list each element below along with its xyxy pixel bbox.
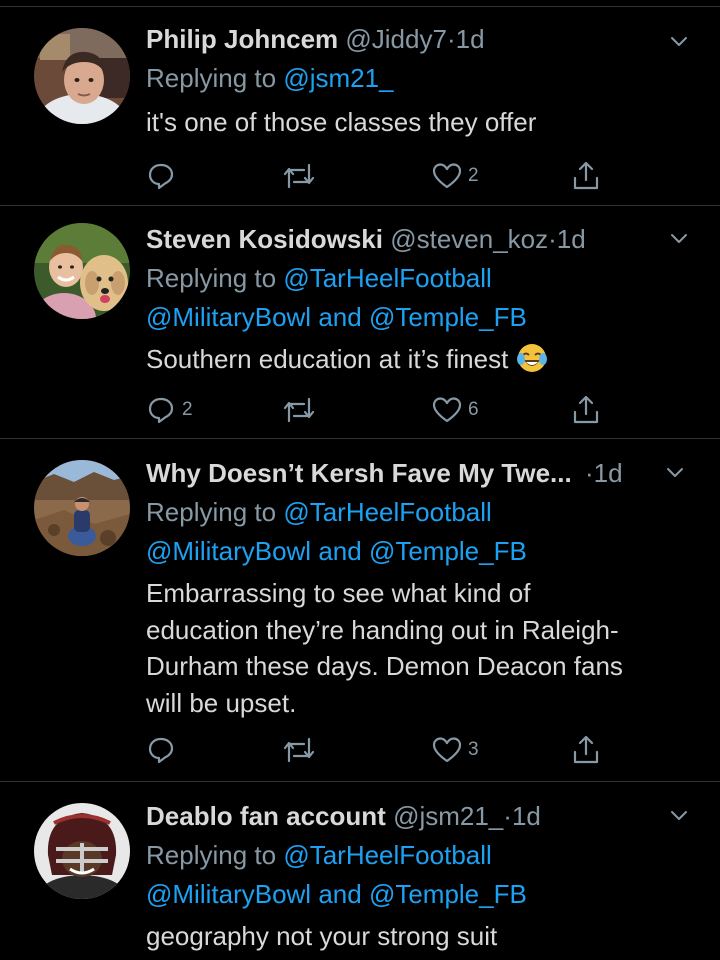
share-icon	[573, 395, 599, 424]
chevron-down-icon[interactable]	[668, 804, 690, 826]
heart-icon	[432, 737, 462, 763]
mention-link[interactable]: @jsm21_	[283, 63, 393, 93]
share-icon	[573, 735, 599, 764]
tweet-1[interactable]: Philip Johncem @Jiddy7·1d Replying to @j…	[0, 0, 720, 205]
mention-link[interactable]: @TarHeelFootball	[283, 497, 491, 527]
action-bar: 3	[146, 730, 606, 770]
handle[interactable]: @jsm21_	[393, 801, 503, 831]
mention-link[interactable]: @Temple_FB	[369, 536, 527, 566]
retweet-icon	[283, 397, 315, 423]
separator-dot: ·	[503, 801, 512, 831]
timestamp[interactable]: 1d	[456, 24, 485, 54]
timestamp[interactable]: 1d	[512, 801, 541, 831]
timeline: Philip Johncem @Jiddy7·1d Replying to @j…	[0, 0, 720, 960]
reply-icon	[148, 737, 174, 764]
display-name[interactable]: Steven Kosidowski	[146, 224, 383, 254]
avatar-young-man-icon	[34, 28, 130, 124]
replying-to-label: Replying to	[146, 840, 277, 870]
reply-icon	[148, 397, 174, 424]
mention-link[interactable]: @Temple_FB	[369, 302, 527, 332]
retweet-icon	[283, 737, 315, 763]
reply-button[interactable]	[146, 730, 182, 770]
avatar[interactable]	[34, 460, 130, 556]
mention-link[interactable]: @MilitaryBowl	[146, 302, 311, 332]
retweet-icon	[283, 163, 315, 189]
retweet-button[interactable]	[282, 156, 322, 196]
reply-count: 2	[182, 399, 193, 420]
mention-link[interactable]: @TarHeelFootball	[283, 263, 491, 293]
like-count: 2	[468, 165, 479, 186]
mention-link[interactable]: @TarHeelFootball	[283, 840, 491, 870]
display-name[interactable]: Deablo fan account	[146, 801, 386, 831]
display-name[interactable]: Why Doesn’t Kersh Fave My Twe...	[146, 458, 572, 488]
tweet-2[interactable]: Steven Kosidowski @steven_koz·1d Replyin…	[0, 205, 720, 438]
like-count: 6	[468, 399, 479, 420]
separator-dot: ·	[584, 458, 594, 488]
tweet-3[interactable]: Why Doesn’t Kersh Fave My Twe... ·1d Rep…	[0, 438, 720, 781]
chevron-down-icon[interactable]	[668, 30, 690, 52]
avatar-hiker-rocks-icon	[34, 460, 130, 556]
timestamp[interactable]: 1d	[594, 458, 623, 488]
display-name[interactable]: Philip Johncem	[146, 24, 338, 54]
and-label: and	[318, 879, 362, 909]
retweet-button[interactable]	[282, 390, 322, 430]
tweet-text-line: will be upset.	[146, 687, 297, 718]
like-button[interactable]: 3	[432, 730, 479, 770]
replying-to-label: Replying to	[146, 497, 277, 527]
separator-dot: ·	[548, 224, 557, 254]
replying-to-label: Replying to	[146, 263, 277, 293]
avatar-football-helmet-icon	[34, 803, 130, 899]
like-count: 3	[468, 739, 479, 760]
tweet-text: geography not your strong suit	[146, 921, 498, 951]
avatar[interactable]	[34, 28, 130, 124]
action-bar: 2	[146, 156, 606, 196]
separator-dot: ·	[446, 24, 456, 54]
laughing-tears-emoji	[516, 342, 548, 384]
share-button[interactable]	[571, 156, 601, 196]
timestamp[interactable]: 1d	[557, 224, 586, 254]
retweet-button[interactable]	[282, 730, 322, 770]
heart-icon	[432, 163, 462, 189]
like-button[interactable]: 2	[432, 156, 479, 196]
and-label: and	[318, 302, 362, 332]
tweet-text-line: education they’re handing out in Raleigh…	[146, 614, 619, 645]
share-icon	[573, 161, 599, 190]
handle[interactable]: @Jiddy7	[345, 24, 447, 54]
chevron-down-icon[interactable]	[668, 227, 690, 249]
tweet-text: it's one of those classes they offer	[146, 107, 537, 137]
replying-to-label: Replying to	[146, 63, 277, 93]
action-bar: 2 6	[146, 390, 606, 430]
tweet-text-line: Durham these days. Demon Deacon fans	[146, 651, 623, 681]
tweet-text: Southern education at it’s finest	[146, 344, 509, 374]
mention-link[interactable]: @MilitaryBowl	[146, 879, 311, 909]
tweet-text: Embarrassing to see what kind of educati…	[146, 575, 680, 721]
reply-icon	[148, 163, 174, 190]
tweet-text-line: Embarrassing to see what kind of	[146, 578, 531, 608]
avatar[interactable]	[34, 223, 130, 319]
like-button[interactable]: 6	[432, 390, 479, 430]
heart-icon	[432, 397, 462, 423]
mention-link[interactable]: @MilitaryBowl	[146, 536, 311, 566]
reply-button[interactable]: 2	[146, 390, 193, 430]
handle[interactable]: @steven_koz	[390, 224, 548, 254]
share-button[interactable]	[571, 390, 601, 430]
tweet-4[interactable]: Deablo fan account @jsm21_·1d Replying t…	[0, 781, 720, 960]
chevron-down-icon[interactable]	[664, 461, 686, 483]
reply-button[interactable]	[146, 156, 182, 196]
share-button[interactable]	[571, 730, 601, 770]
mention-link[interactable]: @Temple_FB	[369, 879, 527, 909]
avatar[interactable]	[34, 803, 130, 899]
avatar-man-with-dog-icon	[34, 223, 130, 319]
and-label: and	[318, 536, 362, 566]
